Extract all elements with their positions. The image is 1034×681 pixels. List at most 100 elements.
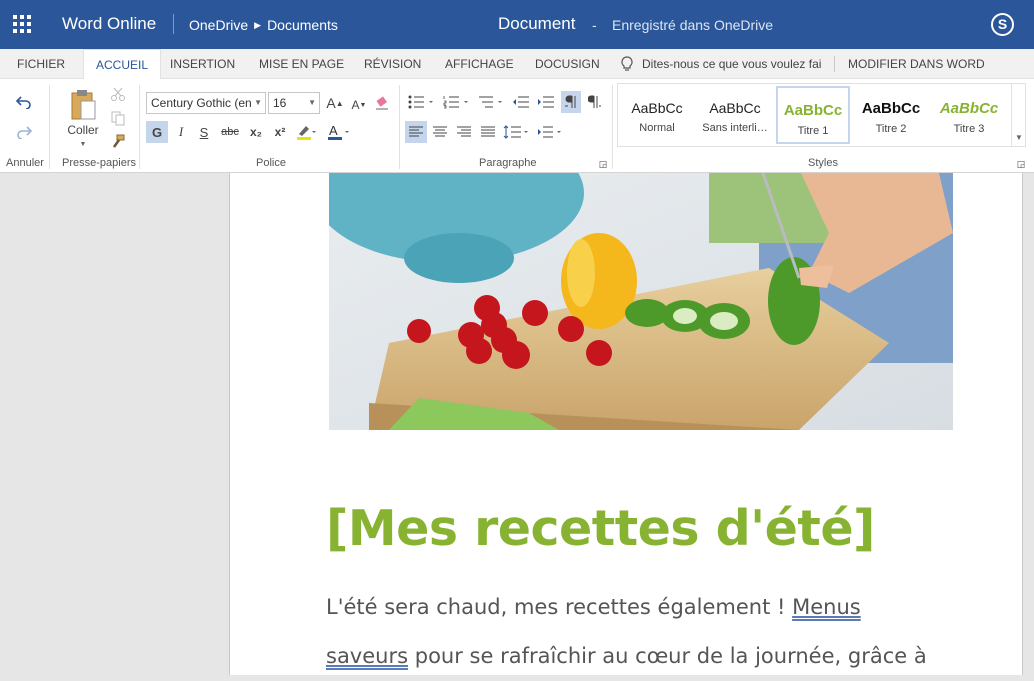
highlight-button[interactable] xyxy=(293,121,319,143)
paste-label: Coller xyxy=(67,122,99,137)
cut-button[interactable] xyxy=(109,85,127,103)
app-name[interactable]: Word Online xyxy=(62,14,156,34)
style-normal[interactable]: AaBbCc Normal xyxy=(620,86,694,144)
undo-button[interactable] xyxy=(12,91,36,113)
ribbon: Annuler Coller ▼ Presse-papiers Century … xyxy=(0,79,1034,173)
increase-indent-button[interactable] xyxy=(536,92,556,112)
font-name-select[interactable]: Century Gothic (en ▼ xyxy=(146,92,266,114)
tab-affichage[interactable]: AFFICHAGE xyxy=(445,49,514,79)
copy-button[interactable] xyxy=(109,109,127,127)
align-left-button[interactable] xyxy=(405,121,427,143)
style-titre-2[interactable]: AaBbCc Titre 2 xyxy=(854,86,928,144)
eraser-icon xyxy=(376,96,388,110)
align-left-icon xyxy=(409,126,423,137)
document-heading[interactable]: [Mes recettes d'été] xyxy=(326,500,875,557)
ltr-paragraph-button[interactable] xyxy=(561,91,581,113)
style-titre-1[interactable]: AaBbCc Titre 1 xyxy=(776,86,850,144)
outdent-icon xyxy=(513,96,529,108)
spellcheck-word[interactable]: Menus xyxy=(792,595,861,619)
paragraph-spacing-icon xyxy=(538,126,561,138)
rtl-paragraph-button[interactable] xyxy=(585,91,605,113)
app-launcher-icon[interactable] xyxy=(13,15,31,33)
align-right-button[interactable] xyxy=(453,121,475,143)
bold-button[interactable]: G xyxy=(146,121,168,143)
paragraph-dialog-launcher-icon[interactable]: ◲ xyxy=(598,159,608,169)
style-preview: AaBbCc xyxy=(939,100,999,117)
lightbulb-icon xyxy=(621,56,633,71)
style-titre-3[interactable]: AaBbCc Titre 3 xyxy=(932,86,1006,144)
justify-button[interactable] xyxy=(477,121,499,143)
tab-divider xyxy=(834,56,835,72)
style-sans-interligne[interactable]: AaBbCc Sans interli… xyxy=(698,86,772,144)
numbering-button[interactable] xyxy=(442,92,472,112)
align-center-button[interactable] xyxy=(429,121,451,143)
superscript-button[interactable]: x² xyxy=(269,121,291,143)
format-painter-button[interactable] xyxy=(109,133,127,151)
tab-modifier-dans-word[interactable]: MODIFIER DANS WORD xyxy=(848,49,985,79)
cutting-board-photo[interactable] xyxy=(329,173,953,430)
styles-gallery-more-button[interactable]: ▼ xyxy=(1011,84,1025,146)
grow-font-icon: A xyxy=(326,95,336,111)
tab-mise-en-page[interactable]: MISE EN PAGE xyxy=(259,49,344,79)
line-spacing-icon xyxy=(503,125,528,139)
tell-me-box[interactable]: Dites-nous ce que vous voulez fair xyxy=(620,49,822,79)
rtl-icon xyxy=(588,95,601,108)
style-name: Normal xyxy=(639,122,675,134)
paragraph-text: L'été sera chaud, mes recettes également… xyxy=(326,595,786,619)
group-divider xyxy=(399,85,400,169)
styles-gallery: AaBbCc Normal AaBbCc Sans interli… AaBbC… xyxy=(617,83,1026,147)
document-paragraph[interactable]: L'été sera chaud, mes recettes également… xyxy=(326,583,946,681)
highlighter-icon xyxy=(297,126,316,140)
title-divider xyxy=(173,14,174,34)
group-divider xyxy=(49,85,50,169)
format-painter-icon xyxy=(112,134,125,148)
spellcheck-word[interactable]: saveurs xyxy=(326,644,408,668)
document-title[interactable]: Document xyxy=(498,14,575,34)
redo-icon xyxy=(17,126,33,139)
multilevel-list-button[interactable] xyxy=(477,92,507,112)
font-size-value: 16 xyxy=(273,96,287,110)
italic-button[interactable]: I xyxy=(171,121,191,143)
scissors-icon xyxy=(111,87,125,101)
clipboard-icon xyxy=(71,89,96,119)
paste-button[interactable]: Coller ▼ xyxy=(62,85,104,151)
font-color-button[interactable]: A xyxy=(325,121,353,143)
group-divider xyxy=(139,85,140,169)
document-canvas[interactable]: [Mes recettes d'été] L'été sera chaud, m… xyxy=(0,173,1034,675)
breadcrumb-separator-icon: ▶ xyxy=(254,19,262,30)
tab-docusign[interactable]: DOCUSIGN xyxy=(535,49,600,79)
bullet-list-icon xyxy=(408,95,433,109)
style-name: Titre 3 xyxy=(953,123,985,135)
tab-fichier[interactable]: FICHIER xyxy=(17,49,65,79)
clear-formatting-button[interactable] xyxy=(372,92,392,114)
styles-dialog-launcher-icon[interactable]: ◲ xyxy=(1016,159,1026,169)
line-spacing-button[interactable] xyxy=(502,121,532,143)
tab-insertion[interactable]: INSERTION xyxy=(170,49,235,79)
tell-me-input[interactable]: Dites-nous ce que vous voulez fair xyxy=(642,57,822,71)
caret-up-icon: ▲ xyxy=(335,98,344,108)
tab-accueil[interactable]: ACCUEIL xyxy=(83,49,162,80)
redo-button[interactable] xyxy=(12,121,36,143)
font-size-select[interactable]: 16 ▼ xyxy=(268,92,320,114)
tab-revision[interactable]: RÉVISION xyxy=(364,49,421,79)
ltr-icon xyxy=(565,95,576,108)
breadcrumb-onedrive[interactable]: OneDrive xyxy=(189,17,248,33)
document-page[interactable]: [Mes recettes d'été] L'été sera chaud, m… xyxy=(229,173,1023,675)
decrease-indent-button[interactable] xyxy=(511,92,531,112)
style-name: Titre 1 xyxy=(797,125,829,137)
strikethrough-button[interactable]: abc xyxy=(218,121,242,143)
breadcrumb-documents[interactable]: Documents xyxy=(267,17,338,33)
indent-icon xyxy=(538,96,554,108)
paragraph-spacing-button[interactable] xyxy=(536,121,566,143)
bullets-button[interactable] xyxy=(407,92,437,112)
svg-text:A: A xyxy=(329,123,338,138)
numbered-list-icon xyxy=(443,96,468,109)
subscript-button[interactable]: x₂ xyxy=(245,121,267,143)
save-status: Enregistré dans OneDrive xyxy=(612,17,774,33)
underline-button[interactable]: S xyxy=(194,121,214,143)
shrink-font-button[interactable]: A ▼ xyxy=(350,94,368,116)
skype-icon[interactable]: S xyxy=(991,13,1014,36)
breadcrumb: OneDrive ▶ Documents xyxy=(189,17,338,33)
grow-font-button[interactable]: A ▲ xyxy=(326,92,344,114)
group-label-police: Police xyxy=(256,157,286,169)
